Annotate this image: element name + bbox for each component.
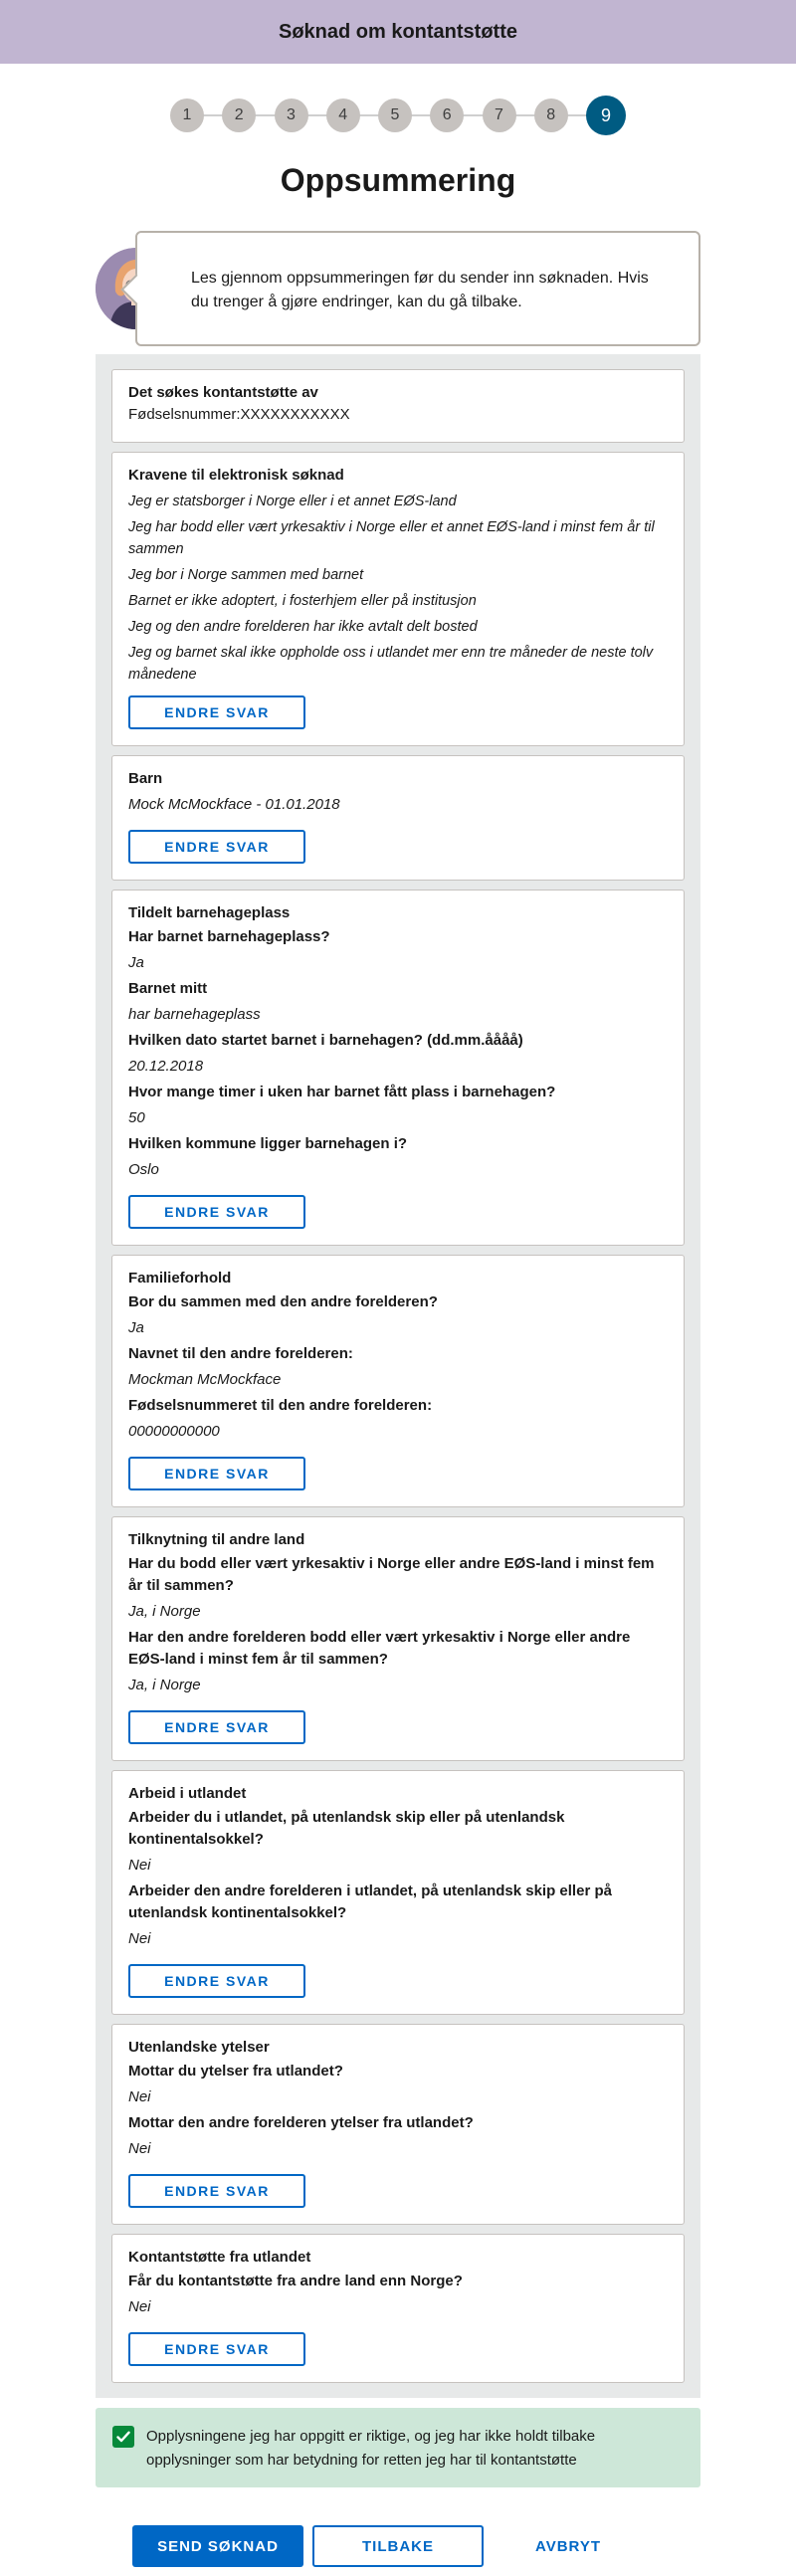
answer: Nei (128, 2298, 151, 2315)
edit-foreign-benefits-button[interactable]: ENDRE SVAR (128, 2174, 305, 2208)
question: Bor du sammen med den andre forelderen? (128, 1293, 438, 1310)
answer: 00000000000 (128, 1423, 220, 1440)
question: Hvilken kommune ligger barnehagen i? (128, 1135, 408, 1152)
question: Har barnet barnehageplass? (128, 928, 330, 945)
page-title: Oppsummering (280, 162, 516, 198)
progress-stepper: 1 2 3 4 5 6 7 8 9 (170, 96, 626, 135)
question: Fødselsnummeret til den andre forelderen… (128, 1397, 433, 1414)
foreign-support-title: Kontantstøtte fra utlandet (128, 2249, 311, 2266)
step-7[interactable]: 7 (482, 99, 516, 132)
app-header: Søknad om kontantstøtte (0, 0, 796, 64)
checkmark-icon (116, 2431, 130, 2443)
confirmation-box: Opplysningene jeg har oppgitt er riktige… (96, 2408, 700, 2487)
step-8[interactable]: 8 (533, 99, 568, 132)
question: Hvilken dato startet barnet i barnehagen… (128, 1032, 523, 1049)
step-4[interactable]: 4 (325, 99, 360, 132)
answer: Ja, i Norge (128, 1677, 201, 1693)
answer: har barnehageplass (128, 1006, 261, 1023)
foreign-benefits-card: Utenlandske ytelser Mottar du ytelser fr… (111, 2024, 685, 2225)
applicant-card: Det søkes kontantstøtte av Fødselsnummer… (111, 369, 685, 443)
intro-section: Les gjennom oppsummeringen før du sender… (96, 231, 700, 346)
cancel-link[interactable]: AVBRYT (513, 2525, 623, 2567)
foreign-support-card: Kontantstøtte fra utlandet Får du kontan… (111, 2234, 685, 2383)
requirements-card: Kravene til elektronisk søknad Jeg er st… (111, 452, 685, 746)
answer: Nei (128, 2088, 151, 2105)
kindergarten-card: Tildelt barnehageplass Har barnet barneh… (111, 890, 685, 1246)
requirements-title: Kravene til elektronisk søknad (128, 467, 344, 484)
question: Mottar du ytelser fra utlandet? (128, 2063, 343, 2080)
step-2[interactable]: 2 (222, 99, 257, 132)
question: Har den andre forelderen bodd eller vært… (128, 1629, 631, 1668)
summary-panel: Det søkes kontantstøtte av Fødselsnummer… (96, 354, 700, 2398)
answer: Nei (128, 1857, 151, 1874)
connection-card: Tilknytning til andre land Har du bodd e… (111, 1516, 685, 1761)
action-bar: SEND SØKNAD TILBAKE AVBRYT (96, 2525, 700, 2567)
edit-foreign-support-button[interactable]: ENDRE SVAR (128, 2332, 305, 2366)
step-5[interactable]: 5 (378, 99, 412, 132)
question: Arbeider du i utlandet, på utenlandsk sk… (128, 1809, 565, 1848)
confirm-checkbox[interactable] (112, 2426, 134, 2448)
answer: Ja (128, 1319, 144, 1336)
child-title: Barn (128, 770, 163, 787)
send-application-button[interactable]: SEND SØKNAD (132, 2525, 303, 2567)
applicant-title: Det søkes kontantstøtte av (128, 384, 318, 401)
answer: Nei (128, 2140, 151, 2157)
child-value: Mock McMockface - 01.01.2018 (128, 796, 340, 813)
question: Hvor mange timer i uken har barnet fått … (128, 1084, 556, 1100)
edit-connection-button[interactable]: ENDRE SVAR (128, 1710, 305, 1744)
answer: Ja, i Norge (128, 1603, 201, 1620)
family-card: Familieforhold Bor du sammen med den and… (111, 1255, 685, 1507)
back-button[interactable]: TILBAKE (312, 2525, 484, 2567)
step-3[interactable]: 3 (274, 99, 308, 132)
requirement-item: Jeg bor i Norge sammen med barnet (128, 567, 364, 583)
question: Har du bodd eller vært yrkesaktiv i Norg… (128, 1555, 655, 1594)
answer: 50 (128, 1109, 145, 1126)
answer: Oslo (128, 1161, 159, 1178)
work-abroad-card: Arbeid i utlandet Arbeider du i utlandet… (111, 1770, 685, 2015)
confirm-label[interactable]: Opplysningene jeg har oppgitt er riktige… (146, 2425, 684, 2473)
foreign-benefits-title: Utenlandske ytelser (128, 2039, 270, 2056)
edit-work-abroad-button[interactable]: ENDRE SVAR (128, 1964, 305, 1998)
edit-kindergarten-button[interactable]: ENDRE SVAR (128, 1195, 305, 1229)
question: Får du kontantstøtte fra andre land enn … (128, 2273, 463, 2289)
requirement-item: Jeg har bodd eller vært yrkesaktiv i Nor… (128, 519, 655, 557)
answer: 20.12.2018 (128, 1058, 204, 1075)
intro-speech-bubble: Les gjennom oppsummeringen før du sender… (135, 231, 700, 346)
kindergarten-title: Tildelt barnehageplass (128, 904, 291, 921)
answer: Mockman McMockface (128, 1371, 282, 1388)
requirement-item: Barnet er ikke adoptert, i fosterhjem el… (128, 593, 477, 609)
question: Barnet mitt (128, 980, 208, 997)
question: Navnet til den andre forelderen: (128, 1345, 353, 1362)
edit-child-button[interactable]: ENDRE SVAR (128, 830, 305, 864)
question: Mottar den andre forelderen ytelser fra … (128, 2114, 474, 2131)
intro-text: Les gjennom oppsummeringen før du sender… (191, 270, 649, 310)
step-6[interactable]: 6 (430, 99, 465, 132)
family-title: Familieforhold (128, 1270, 232, 1287)
requirement-item: Jeg er statsborger i Norge eller i et an… (128, 494, 457, 509)
applicant-id: Fødselsnummer:XXXXXXXXXXX (128, 406, 350, 423)
question: Arbeider den andre forelderen i utlandet… (128, 1882, 612, 1921)
requirement-item: Jeg og barnet skal ikke oppholde oss i u… (128, 645, 654, 683)
connection-title: Tilknytning til andre land (128, 1531, 305, 1548)
edit-family-button[interactable]: ENDRE SVAR (128, 1457, 305, 1490)
step-1[interactable]: 1 (170, 99, 204, 132)
child-card: Barn Mock McMockface - 01.01.2018 ENDRE … (111, 755, 685, 881)
edit-requirements-button[interactable]: ENDRE SVAR (128, 695, 305, 729)
requirement-item: Jeg og den andre forelderen har ikke avt… (128, 619, 478, 635)
app-title: Søknad om kontantstøtte (278, 20, 517, 43)
answer: Ja (128, 954, 144, 971)
answer: Nei (128, 1930, 151, 1947)
work-abroad-title: Arbeid i utlandet (128, 1785, 247, 1802)
step-9-current: 9 (586, 96, 626, 135)
